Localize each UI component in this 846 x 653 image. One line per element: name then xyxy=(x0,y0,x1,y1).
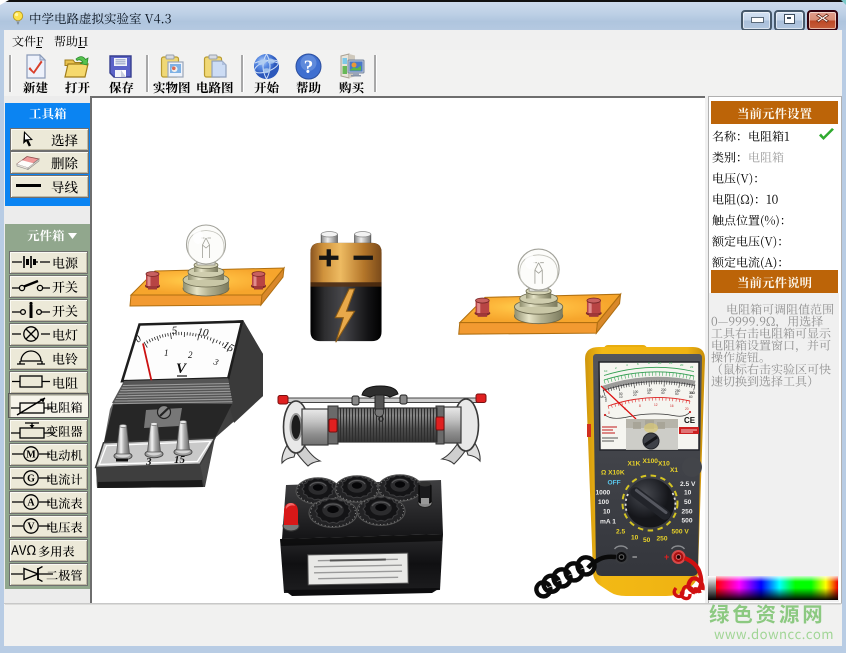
svg-text:500: 500 xyxy=(682,518,693,525)
svg-text:10: 10 xyxy=(658,361,662,365)
svg-text:15: 15 xyxy=(669,361,673,365)
svg-text:2: 2 xyxy=(188,350,193,360)
svg-text:10: 10 xyxy=(619,395,623,399)
svg-text:250: 250 xyxy=(682,509,693,516)
svg-text:10: 10 xyxy=(197,326,210,339)
svg-text:10: 10 xyxy=(604,369,608,373)
svg-text:15: 15 xyxy=(174,454,186,466)
svg-text:20: 20 xyxy=(685,407,689,411)
svg-text:500 V: 500 V xyxy=(672,529,690,536)
svg-text:X1K: X1K xyxy=(628,461,641,468)
svg-text:−: − xyxy=(632,552,637,562)
svg-text:22: 22 xyxy=(690,365,694,369)
svg-text:50: 50 xyxy=(675,392,679,396)
svg-text:A: A xyxy=(27,498,35,509)
svg-text:Ω X10K: Ω X10K xyxy=(601,470,625,477)
svg-text:10: 10 xyxy=(603,509,611,516)
svg-text:250: 250 xyxy=(657,536,668,543)
svg-text:50: 50 xyxy=(643,537,651,544)
svg-text:10: 10 xyxy=(631,535,639,542)
svg-text:OFF: OFF xyxy=(608,480,621,487)
svg-text:X1: X1 xyxy=(670,467,678,474)
svg-text:12: 12 xyxy=(654,403,658,407)
svg-text:30: 30 xyxy=(647,391,651,395)
svg-text:100: 100 xyxy=(598,499,609,506)
svg-text:40: 40 xyxy=(661,391,665,395)
svg-text:60: 60 xyxy=(689,395,693,399)
svg-text:1: 1 xyxy=(164,348,169,358)
svg-text:50: 50 xyxy=(684,499,692,506)
svg-text:2.5 V: 2.5 V xyxy=(680,481,696,488)
svg-text:X100: X100 xyxy=(643,458,659,465)
svg-text:20: 20 xyxy=(633,393,637,397)
svg-text:CE: CE xyxy=(684,416,696,425)
svg-text:20: 20 xyxy=(680,363,684,367)
svg-text:X10: X10 xyxy=(658,461,670,468)
svg-text:M: M xyxy=(26,450,36,461)
svg-text:mA 1: mA 1 xyxy=(600,519,616,526)
svg-text:?: ? xyxy=(304,57,314,78)
svg-text:8: 8 xyxy=(639,404,641,408)
svg-text:16: 16 xyxy=(670,404,674,408)
svg-text:0: 0 xyxy=(605,399,607,403)
svg-text:3: 3 xyxy=(145,456,152,468)
svg-text:2.5: 2.5 xyxy=(616,529,625,536)
svg-text:MΩ: MΩ xyxy=(600,394,606,399)
svg-text:1000: 1000 xyxy=(596,490,611,497)
svg-text:G: G xyxy=(27,474,35,485)
svg-text:10: 10 xyxy=(684,490,692,497)
svg-text:0: 0 xyxy=(608,411,610,415)
svg-text:kΩ: kΩ xyxy=(690,390,695,395)
svg-text:+: + xyxy=(664,552,669,562)
svg-text:V: V xyxy=(27,522,35,533)
